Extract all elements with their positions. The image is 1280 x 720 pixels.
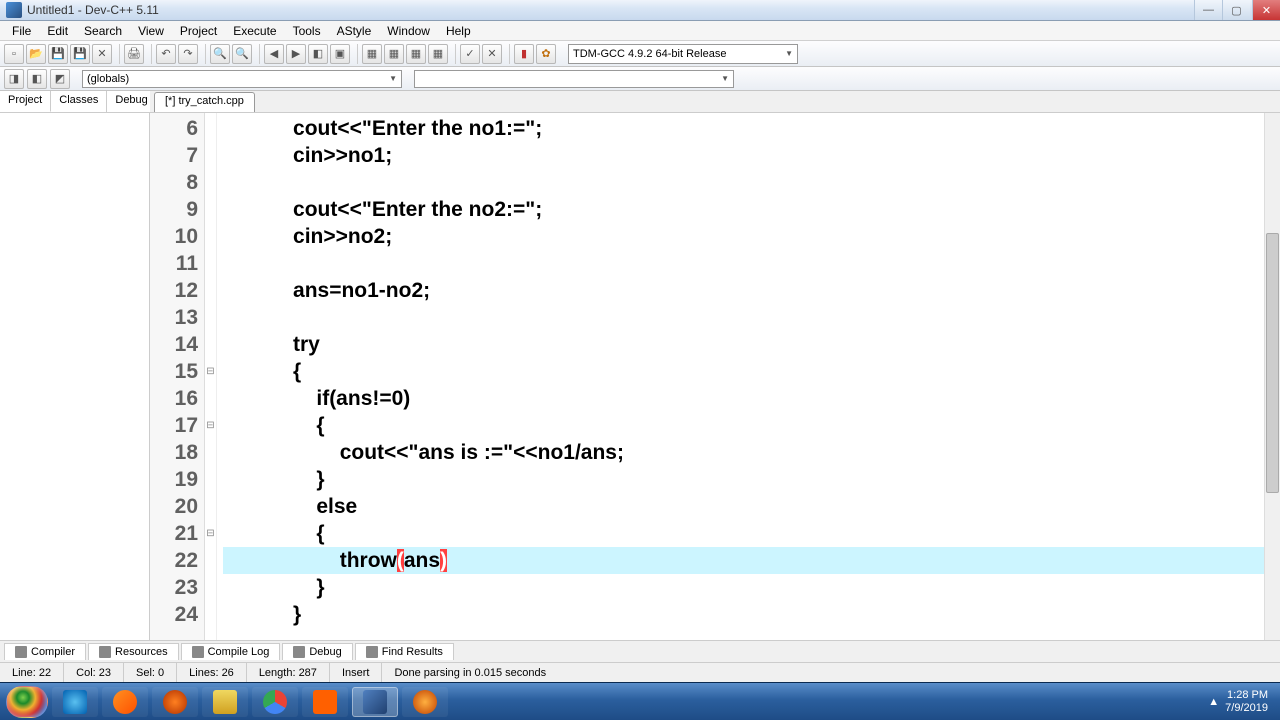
menu-astyle[interactable]: AStyle xyxy=(329,22,380,40)
find-button[interactable]: 🔍 xyxy=(210,44,230,64)
close-file-button[interactable]: ✕ xyxy=(92,44,112,64)
menu-view[interactable]: View xyxy=(130,22,172,40)
editor-file-tabs: [*] try_catch.cpp xyxy=(150,91,1280,113)
goto-button[interactable]: ▣ xyxy=(330,44,350,64)
left-side-panel: ProjectClassesDebug xyxy=(0,91,150,640)
print-button[interactable]: 🖨 xyxy=(124,44,144,64)
bottom-tab-find-results[interactable]: Find Results xyxy=(355,643,454,660)
window-titlebar: Untitled1 - Dev-C++ 5.11 — ▢ ✕ xyxy=(0,0,1280,21)
menu-file[interactable]: File xyxy=(4,22,39,40)
app-icon xyxy=(6,2,22,18)
taskbar-devcpp[interactable] xyxy=(352,687,398,717)
tray-clock[interactable]: 1:28 PM 7/9/2019 xyxy=(1225,689,1274,715)
bottom-tab-debug[interactable]: Debug xyxy=(282,643,352,660)
back-button[interactable]: ◀ xyxy=(264,44,284,64)
function-combo[interactable] xyxy=(414,70,734,88)
project-browser-button[interactable]: ◧ xyxy=(27,69,47,89)
taskbar-app-orange[interactable] xyxy=(302,687,348,717)
left-panel-tabs: ProjectClassesDebug xyxy=(0,91,149,113)
save-button[interactable]: 💾 xyxy=(48,44,68,64)
taskbar-firefox[interactable] xyxy=(152,687,198,717)
open-button[interactable]: 📂 xyxy=(26,44,46,64)
status-sel: Sel: 0 xyxy=(124,663,177,682)
bottom-tab-compiler[interactable]: Compiler xyxy=(4,643,86,660)
left-tab-classes[interactable]: Classes xyxy=(51,91,107,112)
status-line: Line: 22 xyxy=(0,663,64,682)
debug-browser-button[interactable]: ◩ xyxy=(50,69,70,89)
status-parse: Done parsing in 0.015 seconds xyxy=(382,663,1280,682)
window-title: Untitled1 - Dev-C++ 5.11 xyxy=(27,3,1194,17)
system-tray[interactable]: ▲ 1:28 PM 7/9/2019 xyxy=(1208,689,1274,715)
status-mode: Insert xyxy=(330,663,383,682)
scope-combo[interactable]: (globals) xyxy=(82,70,402,88)
undo-button[interactable]: ↶ xyxy=(156,44,176,64)
bottom-tab-resources[interactable]: Resources xyxy=(88,643,179,660)
taskbar-app-red[interactable] xyxy=(402,687,448,717)
bookmark-button[interactable]: ◧ xyxy=(308,44,328,64)
menu-execute[interactable]: Execute xyxy=(225,22,284,40)
replace-button[interactable]: 🔍 xyxy=(232,44,252,64)
close-button[interactable]: ✕ xyxy=(1252,0,1280,20)
vertical-scrollbar[interactable] xyxy=(1264,113,1280,640)
menu-window[interactable]: Window xyxy=(379,22,438,40)
compile-button[interactable]: ▦ xyxy=(362,44,382,64)
line-number-gutter: 6789101112131415161718192021222324 xyxy=(150,113,205,640)
minimize-button[interactable]: — xyxy=(1194,0,1222,20)
tools-button[interactable]: ✿ xyxy=(536,44,556,64)
menu-edit[interactable]: Edit xyxy=(39,22,76,40)
status-bar: Line: 22 Col: 23 Sel: 0 Lines: 26 Length… xyxy=(0,662,1280,682)
maximize-button[interactable]: ▢ xyxy=(1222,0,1250,20)
bottom-tab-compile-log[interactable]: Compile Log xyxy=(181,643,281,660)
status-lines: Lines: 26 xyxy=(177,663,247,682)
toolbar-main: ▫ 📂 💾 💾 ✕ 🖨 ↶ ↷ 🔍 🔍 ◀ ▶ ◧ ▣ ▦ ▦ ▦ ▦ ✓ ✕ … xyxy=(0,41,1280,67)
taskbar-chrome[interactable] xyxy=(252,687,298,717)
new-file-button[interactable]: ▫ xyxy=(4,44,24,64)
debug-start-button[interactable]: ✓ xyxy=(460,44,480,64)
start-button[interactable] xyxy=(6,686,48,718)
bottom-output-tabs: CompilerResourcesCompile LogDebugFind Re… xyxy=(0,640,1280,662)
menu-tools[interactable]: Tools xyxy=(285,22,329,40)
compiler-select[interactable]: TDM-GCC 4.9.2 64-bit Release xyxy=(568,44,798,64)
windows-taskbar: ▲ 1:28 PM 7/9/2019 xyxy=(0,682,1280,720)
scroll-thumb[interactable] xyxy=(1266,233,1279,493)
left-tab-project[interactable]: Project xyxy=(0,91,51,112)
fold-column[interactable]: ⊟⊟⊟ xyxy=(205,113,217,640)
run-button[interactable]: ▦ xyxy=(384,44,404,64)
menu-bar: FileEditSearchViewProjectExecuteToolsASt… xyxy=(0,21,1280,41)
class-browser-button[interactable]: ◨ xyxy=(4,69,24,89)
menu-search[interactable]: Search xyxy=(76,22,130,40)
status-length: Length: 287 xyxy=(247,663,330,682)
taskbar-ie[interactable] xyxy=(52,687,98,717)
status-col: Col: 23 xyxy=(64,663,124,682)
file-tab[interactable]: [*] try_catch.cpp xyxy=(154,92,255,112)
tray-flag-icon[interactable]: ▲ xyxy=(1208,696,1219,708)
code-area[interactable]: cout<<"Enter the no1:="; cin>>no1; cout<… xyxy=(217,113,1264,640)
profile-button[interactable]: ▮ xyxy=(514,44,534,64)
taskbar-explorer[interactable] xyxy=(202,687,248,717)
debug-stop-button[interactable]: ✕ xyxy=(482,44,502,64)
menu-project[interactable]: Project xyxy=(172,22,225,40)
taskbar-wmp[interactable] xyxy=(102,687,148,717)
code-editor[interactable]: 6789101112131415161718192021222324 ⊟⊟⊟ c… xyxy=(150,113,1280,640)
toolbar-secondary: ◨ ◧ ◩ (globals) xyxy=(0,67,1280,91)
window-buttons: — ▢ ✕ xyxy=(1194,0,1280,20)
redo-button[interactable]: ↷ xyxy=(178,44,198,64)
forward-button[interactable]: ▶ xyxy=(286,44,306,64)
menu-help[interactable]: Help xyxy=(438,22,479,40)
save-all-button[interactable]: 💾 xyxy=(70,44,90,64)
rebuild-button[interactable]: ▦ xyxy=(428,44,448,64)
compile-run-button[interactable]: ▦ xyxy=(406,44,426,64)
